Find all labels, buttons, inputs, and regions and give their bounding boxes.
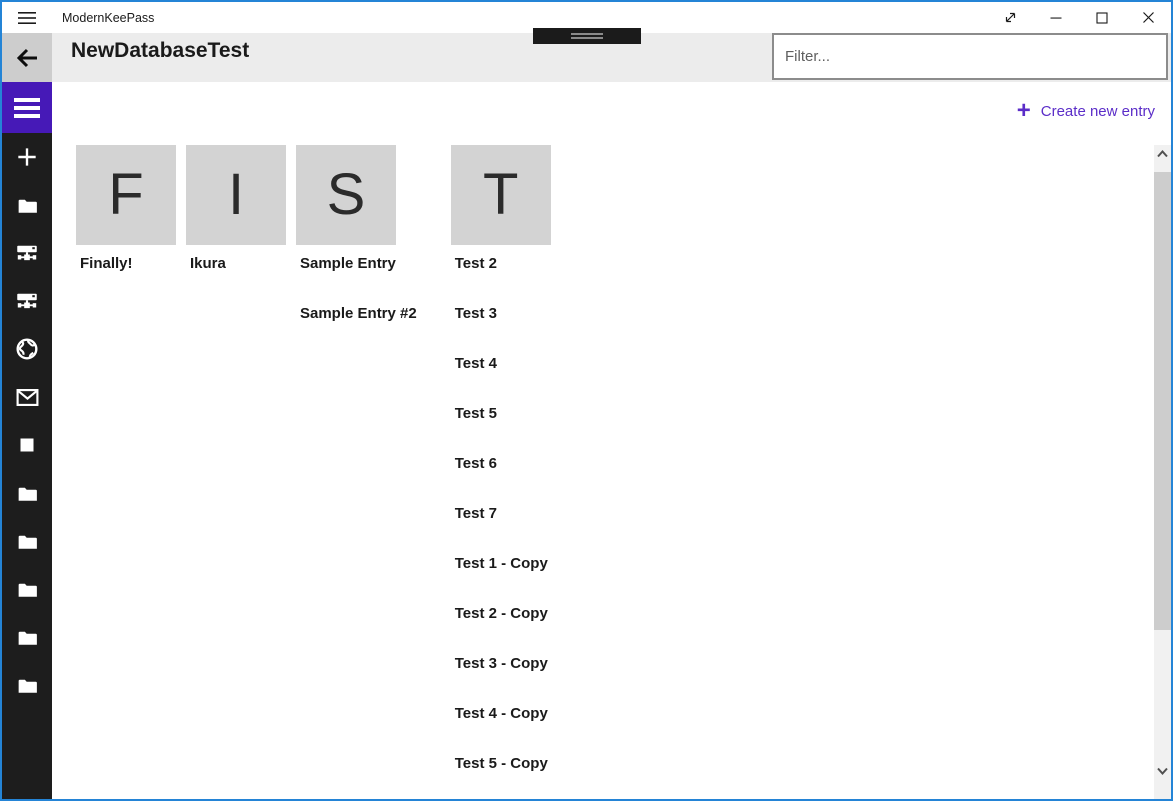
window-controls (987, 2, 1171, 33)
vertical-scrollbar[interactable] (1154, 145, 1171, 799)
square-icon (15, 433, 39, 457)
entry-item[interactable]: Test 4 (451, 356, 551, 406)
chevron-up-icon (1157, 150, 1168, 158)
maximize-button[interactable] (1079, 2, 1125, 33)
folder-icon (15, 577, 40, 602)
group-tile-letter: I (228, 166, 244, 224)
sidebar-item-plus[interactable] (2, 133, 52, 181)
sidebar-item-globe[interactable] (2, 325, 52, 373)
mail-icon (14, 384, 41, 411)
sidebar (2, 82, 52, 799)
entry-list: Finally! (76, 256, 176, 306)
sidebar-icon-list (2, 133, 52, 709)
scroll-down-button[interactable] (1154, 762, 1171, 779)
sidebar-item-folder[interactable] (2, 181, 52, 229)
entry-list: Ikura (186, 256, 286, 306)
network-icon (14, 240, 40, 266)
sidebar-item-folder[interactable] (2, 517, 52, 565)
titlebar-menu-button[interactable] (2, 2, 52, 33)
globe-icon (14, 336, 40, 362)
entry-item[interactable]: Sample Entry (296, 256, 417, 306)
sidebar-item-folder[interactable] (2, 469, 52, 517)
close-icon (1142, 11, 1155, 24)
sidebar-item-folder[interactable] (2, 613, 52, 661)
folder-icon (15, 625, 40, 650)
folder-icon (15, 481, 40, 506)
entry-item[interactable]: Test 5 - Copy (451, 756, 551, 799)
entry-item[interactable]: Finally! (76, 256, 176, 306)
scroll-up-button[interactable] (1154, 145, 1171, 162)
group-tile[interactable]: F (76, 145, 176, 245)
scrollbar-thumb[interactable] (1154, 172, 1171, 630)
entry-item[interactable]: Test 4 - Copy (451, 706, 551, 756)
entry-group: S Sample EntrySample Entry #2 (296, 145, 417, 356)
entry-group: T Test 2Test 3Test 4Test 5Test 6Test 7Te… (451, 145, 551, 799)
create-new-entry-button[interactable]: Create new entry (1041, 103, 1155, 120)
folder-icon (15, 673, 40, 698)
entry-item[interactable]: Sample Entry #2 (296, 306, 417, 356)
back-arrow-icon (14, 45, 40, 71)
entry-group: I Ikura (186, 145, 286, 306)
fullscreen-icon (1004, 11, 1017, 24)
sidebar-item-folder[interactable] (2, 565, 52, 613)
folder-icon (15, 193, 40, 218)
plus-icon: + (1017, 101, 1031, 121)
entry-item[interactable]: Test 2 - Copy (451, 606, 551, 656)
plus-icon (14, 144, 40, 170)
sidebar-item-network[interactable] (2, 229, 52, 277)
sidebar-item-network[interactable] (2, 277, 52, 325)
sidebar-item-mail[interactable] (2, 373, 52, 421)
minimize-icon (1050, 12, 1062, 24)
create-entry-row: + Create new entry (52, 82, 1171, 140)
entry-item[interactable]: Ikura (186, 256, 286, 306)
maximize-icon (1096, 12, 1108, 24)
entry-item[interactable]: Test 1 - Copy (451, 556, 551, 606)
entry-group: F Finally! (76, 145, 176, 306)
group-tile[interactable]: I (186, 145, 286, 245)
entry-item[interactable]: Test 7 (451, 506, 551, 556)
group-tile-letter: S (327, 166, 366, 224)
hamburger-icon (18, 11, 36, 25)
group-tile[interactable]: S (296, 145, 396, 245)
main-content: + Create new entry F Finally! I Ikura S … (52, 82, 1171, 799)
entry-groups: F Finally! I Ikura S Sample EntrySample … (76, 145, 1171, 799)
entry-item[interactable]: Test 6 (451, 456, 551, 506)
group-tile-letter: F (108, 166, 143, 224)
entry-list: Sample EntrySample Entry #2 (296, 256, 417, 356)
entry-list: Test 2Test 3Test 4Test 5Test 6Test 7Test… (451, 256, 551, 799)
back-button[interactable] (2, 33, 52, 82)
close-button[interactable] (1125, 2, 1171, 33)
entry-item[interactable]: Test 2 (451, 256, 551, 306)
minimize-button[interactable] (1033, 2, 1079, 33)
app-window: ModernKeePass (0, 0, 1173, 801)
drag-handle[interactable] (533, 28, 641, 44)
entry-item[interactable]: Test 5 (451, 406, 551, 456)
group-tile[interactable]: T (451, 145, 551, 245)
entry-item[interactable]: Test 3 - Copy (451, 656, 551, 706)
sidebar-item-square[interactable] (2, 421, 52, 469)
chevron-down-icon (1157, 767, 1168, 775)
hamburger-icon (14, 98, 40, 118)
filter-input[interactable] (772, 33, 1168, 80)
sidebar-menu-button[interactable] (2, 82, 52, 133)
app-title: ModernKeePass (62, 11, 154, 25)
entry-item[interactable]: Test 3 (451, 306, 551, 356)
page-title: NewDatabaseTest (71, 38, 249, 63)
fullscreen-button[interactable] (987, 2, 1033, 33)
group-tile-letter: T (483, 166, 518, 224)
network-icon (14, 288, 40, 314)
sidebar-item-folder[interactable] (2, 661, 52, 709)
folder-icon (15, 529, 40, 554)
